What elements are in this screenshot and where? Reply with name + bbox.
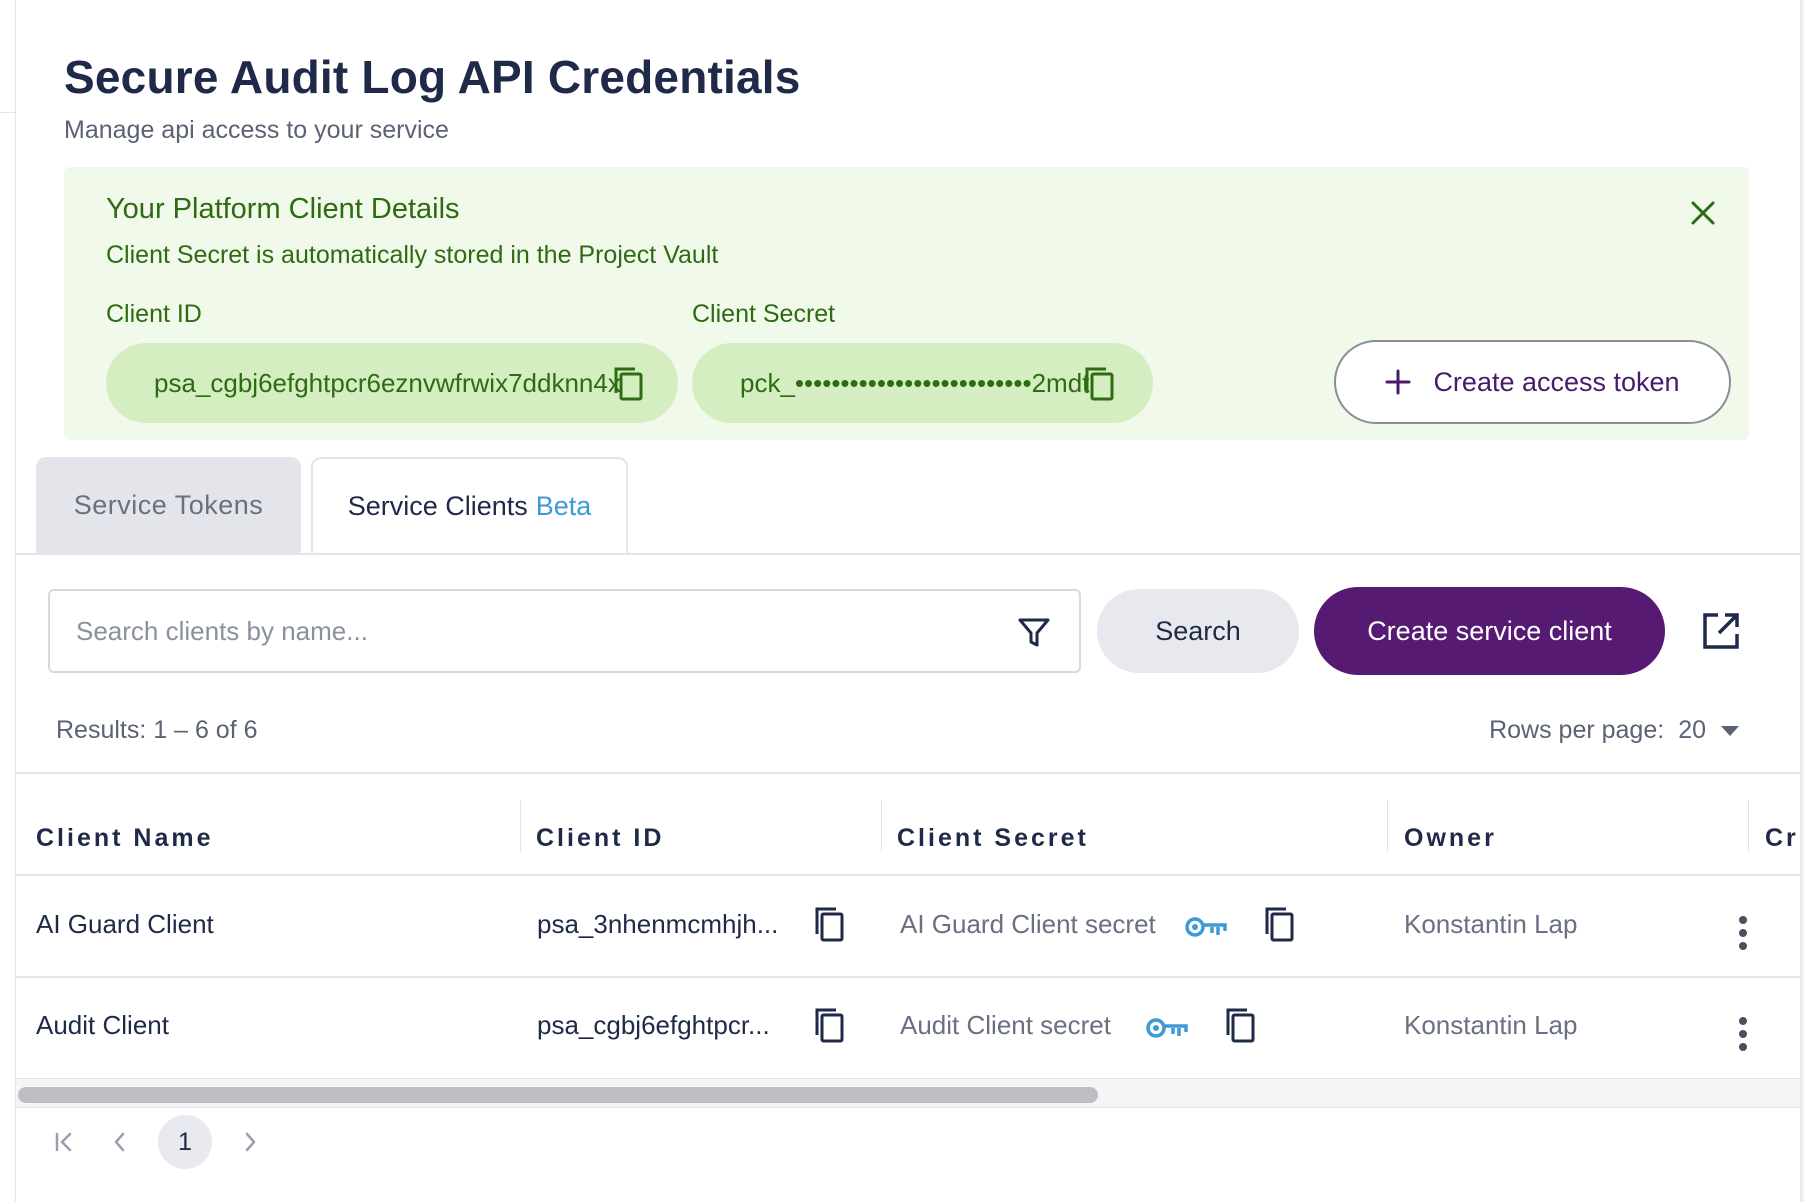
- beta-badge: Beta: [535, 490, 592, 521]
- banner-text: Client Secret is automatically stored in…: [106, 241, 719, 269]
- rows-per-page-label: Rows per page:: [1489, 716, 1665, 744]
- search-input[interactable]: [76, 609, 976, 653]
- client-name-cell[interactable]: AI Guard Client: [36, 909, 214, 940]
- column-divider: [1387, 800, 1388, 852]
- table-divider: [16, 772, 1800, 774]
- owner-cell: Konstantin Lap: [1404, 909, 1578, 939]
- client-id-value: psa_cgbj6efghtpcr6eznvwfrwix7ddknn4x: [154, 367, 621, 398]
- scrollbar-thumb[interactable]: [18, 1087, 1098, 1103]
- key-icon: [1185, 917, 1227, 937]
- filter-icon[interactable]: [1015, 613, 1053, 651]
- search-box: [48, 589, 1081, 673]
- external-link-icon[interactable]: [1700, 610, 1742, 652]
- column-divider: [1748, 800, 1749, 852]
- horizontal-scrollbar[interactable]: [16, 1078, 1800, 1108]
- column-header-owner[interactable]: Owner: [1404, 824, 1497, 853]
- tab-label: Service Clients: [347, 490, 528, 521]
- banner-title: Your Platform Client Details: [106, 193, 460, 225]
- page-subtitle: Manage api access to your service: [64, 116, 449, 144]
- right-edge: [1800, 0, 1804, 1202]
- more-options-icon[interactable]: [1733, 1014, 1753, 1054]
- column-header-created[interactable]: Cr: [1765, 824, 1799, 853]
- client-id-cell: psa_3nhenmcmhjh...: [537, 909, 779, 939]
- copy-icon[interactable]: [1082, 365, 1118, 403]
- main-content: Secure Audit Log API Credentials Manage …: [16, 0, 1800, 1202]
- plus-icon: [1385, 369, 1411, 395]
- caret-down-icon: [1721, 725, 1739, 736]
- client-id-cell: psa_cgbj6efghtpcr...: [537, 1010, 770, 1040]
- column-divider: [520, 800, 521, 852]
- client-secret-value: pck_••••••••••••••••••••••••••2mdt: [740, 367, 1090, 398]
- create-access-token-button[interactable]: Create access token: [1334, 340, 1731, 424]
- copy-icon[interactable]: [611, 365, 647, 403]
- tab-service-clients[interactable]: Service Clients Beta: [311, 457, 628, 553]
- client-id-label: Client ID: [106, 300, 202, 328]
- previous-page-icon[interactable]: [92, 1114, 148, 1170]
- tab-label: Service Tokens: [73, 489, 264, 520]
- client-name-cell[interactable]: Audit Client: [36, 1010, 169, 1041]
- first-page-icon[interactable]: [36, 1114, 92, 1170]
- next-page-icon[interactable]: [222, 1114, 278, 1170]
- client-id-pill: psa_cgbj6efghtpcr6eznvwfrwix7ddknn4x: [106, 343, 678, 423]
- copy-icon[interactable]: [812, 904, 848, 944]
- client-secret-pill: pck_••••••••••••••••••••••••••2mdt: [692, 343, 1153, 423]
- tab-divider: [16, 553, 1800, 555]
- page-button-current[interactable]: 1: [158, 1115, 212, 1169]
- close-icon[interactable]: [1685, 195, 1721, 231]
- column-divider: [881, 800, 882, 852]
- client-secret-label: Client Secret: [692, 300, 836, 328]
- page-title: Secure Audit Log API Credentials: [64, 51, 801, 103]
- copy-icon[interactable]: [812, 1005, 848, 1045]
- key-icon: [1146, 1018, 1188, 1038]
- left-rail: [0, 0, 16, 1202]
- clients-table: Client Name Client ID Client Secret Owne…: [16, 772, 1800, 1102]
- owner-cell: Konstantin Lap: [1404, 1010, 1578, 1040]
- table-row-divider: [16, 976, 1800, 978]
- table-divider: [16, 874, 1800, 876]
- search-button[interactable]: Search: [1097, 589, 1299, 673]
- copy-icon[interactable]: [1262, 904, 1298, 944]
- client-secret-cell: Audit Client secret: [900, 1010, 1111, 1040]
- create-token-label: Create access token: [1433, 366, 1680, 397]
- client-secret-cell: AI Guard Client secret: [900, 909, 1156, 939]
- results-summary: Results: 1 – 6 of 6: [56, 716, 258, 744]
- column-header-client-secret[interactable]: Client Secret: [897, 824, 1089, 853]
- copy-icon[interactable]: [1223, 1005, 1259, 1045]
- pagination: 1: [36, 1112, 278, 1172]
- create-service-client-button[interactable]: Create service client: [1314, 587, 1665, 675]
- tab-service-tokens[interactable]: Service Tokens: [36, 457, 301, 553]
- rows-per-page-value: 20: [1678, 716, 1706, 744]
- column-header-client-id[interactable]: Client ID: [536, 824, 664, 853]
- more-options-icon[interactable]: [1733, 913, 1753, 953]
- column-header-client-name[interactable]: Client Name: [36, 824, 213, 853]
- client-details-banner: Your Platform Client Details Client Secr…: [64, 167, 1749, 440]
- rows-per-page-select[interactable]: Rows per page: 20: [1489, 716, 1740, 745]
